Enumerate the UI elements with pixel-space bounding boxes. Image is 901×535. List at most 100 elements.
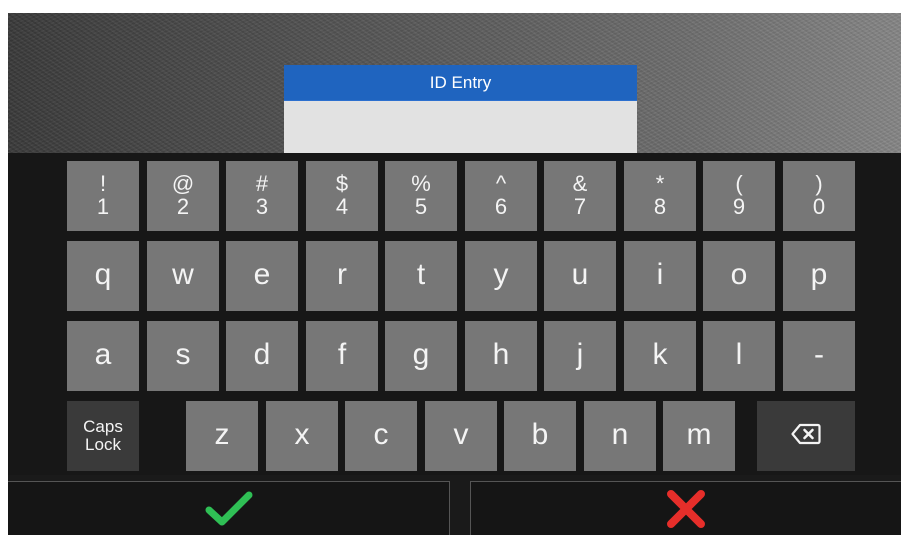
key-label: t — [416, 258, 426, 291]
key-2[interactable]: @2 — [147, 161, 219, 231]
key-label: x — [294, 418, 310, 451]
key-b[interactable]: b — [504, 401, 576, 471]
key-y[interactable]: y — [465, 241, 537, 311]
confirm-button[interactable] — [8, 481, 450, 535]
key-x[interactable]: x — [266, 401, 338, 471]
key-label: l — [735, 338, 743, 371]
key-1[interactable]: ! 1 — [67, 161, 139, 231]
key-label: a — [94, 338, 112, 371]
key-digit: 5 — [414, 194, 428, 219]
key-digit: 6 — [494, 194, 508, 219]
caps-label-line2: Lock — [85, 435, 121, 454]
key-label: z — [214, 418, 230, 451]
key-symbol: ! — [99, 171, 107, 196]
key-digit: 1 — [96, 194, 110, 219]
key-label: u — [571, 258, 589, 291]
key-a[interactable]: a — [67, 321, 139, 391]
id-entry-dialog: ID Entry — [284, 65, 637, 154]
key-label: d — [253, 338, 271, 371]
key-label: - — [814, 338, 824, 371]
key-6[interactable]: ^ 6 — [465, 161, 537, 231]
checkmark-icon — [205, 490, 253, 533]
key-t[interactable]: t — [385, 241, 457, 311]
key-4[interactable]: $4 — [306, 161, 378, 231]
key-label: r — [337, 258, 347, 291]
key-label: e — [253, 258, 271, 291]
key-m[interactable]: m — [663, 401, 735, 471]
key-label: f — [337, 338, 347, 371]
key-k[interactable]: k — [624, 321, 696, 391]
divider — [450, 481, 470, 535]
key-label: b — [531, 418, 549, 451]
key-label: m — [686, 418, 712, 451]
key-q[interactable]: q — [67, 241, 139, 311]
key-label: o — [730, 258, 748, 291]
key-digit: 8 — [653, 194, 667, 219]
key-c[interactable]: c — [345, 401, 417, 471]
backspace-icon — [791, 422, 821, 451]
key-label: y — [493, 258, 509, 291]
caps-lock-key[interactable]: Caps Lock — [67, 401, 139, 471]
key-3[interactable]: #3 — [226, 161, 298, 231]
key-symbol: * — [655, 171, 665, 196]
key-label: s — [175, 338, 191, 371]
key-symbol: ( — [735, 171, 743, 196]
key-label: h — [492, 338, 510, 371]
caps-label-line1: Caps — [83, 417, 123, 436]
key-8[interactable]: * 8 — [624, 161, 696, 231]
key-symbol: ^ — [495, 171, 507, 196]
key-digit: 0 — [812, 194, 826, 219]
key-l[interactable]: l — [703, 321, 775, 391]
key-label: g — [412, 338, 430, 371]
key-label: q — [94, 258, 112, 291]
key-p[interactable]: p — [783, 241, 855, 311]
key-symbol: & — [572, 171, 588, 196]
dialog-title: ID Entry — [284, 65, 637, 101]
key-g[interactable]: g — [385, 321, 457, 391]
key-j[interactable]: j — [544, 321, 616, 391]
key-label: w — [172, 258, 194, 291]
key-digit: 4 — [335, 194, 349, 219]
action-bar — [8, 475, 901, 535]
key-w[interactable]: w — [147, 241, 219, 311]
key-i[interactable]: i — [624, 241, 696, 311]
key-digit: 3 — [255, 194, 269, 219]
key-label: v — [453, 418, 469, 451]
key-label: c — [373, 418, 389, 451]
key-f[interactable]: f — [306, 321, 378, 391]
key-symbol: # — [255, 171, 269, 196]
key-hyphen[interactable]: - — [783, 321, 855, 391]
x-icon — [666, 489, 706, 534]
key-symbol: @ — [171, 171, 195, 196]
key-d[interactable]: d — [226, 321, 298, 391]
key-r[interactable]: r — [306, 241, 378, 311]
backspace-key[interactable] — [757, 401, 855, 471]
key-label: j — [576, 338, 584, 371]
key-n[interactable]: n — [584, 401, 656, 471]
key-label: i — [656, 258, 664, 291]
key-0[interactable]: ) 0 — [783, 161, 855, 231]
key-u[interactable]: u — [544, 241, 616, 311]
key-symbol: ) — [815, 171, 823, 196]
on-screen-keyboard: ! 1 @2 #3 $4 % 5 ^ 6 & 7 * 8 (9 ) 0 q w e r t … — [8, 153, 901, 475]
key-v[interactable]: v — [425, 401, 497, 471]
key-s[interactable]: s — [147, 321, 219, 391]
key-5[interactable]: % 5 — [385, 161, 457, 231]
key-symbol: $ — [335, 171, 349, 196]
cancel-button[interactable] — [470, 481, 901, 535]
key-digit: 9 — [732, 194, 746, 219]
key-h[interactable]: h — [465, 321, 537, 391]
key-symbol: % — [411, 171, 431, 196]
key-7[interactable]: & 7 — [544, 161, 616, 231]
key-9[interactable]: (9 — [703, 161, 775, 231]
key-label: p — [810, 258, 828, 291]
key-label: n — [611, 418, 629, 451]
key-e[interactable]: e — [226, 241, 298, 311]
key-z[interactable]: z — [186, 401, 258, 471]
key-digit: 2 — [176, 194, 190, 219]
id-input-field[interactable] — [284, 101, 637, 154]
screen: ID Entry ! 1 @2 #3 $4 % 5 ^ 6 & 7 * 8 (9 ) 0 q… — [8, 13, 901, 535]
key-digit: 7 — [573, 194, 587, 219]
key-o[interactable]: o — [703, 241, 775, 311]
key-label: k — [652, 338, 668, 371]
